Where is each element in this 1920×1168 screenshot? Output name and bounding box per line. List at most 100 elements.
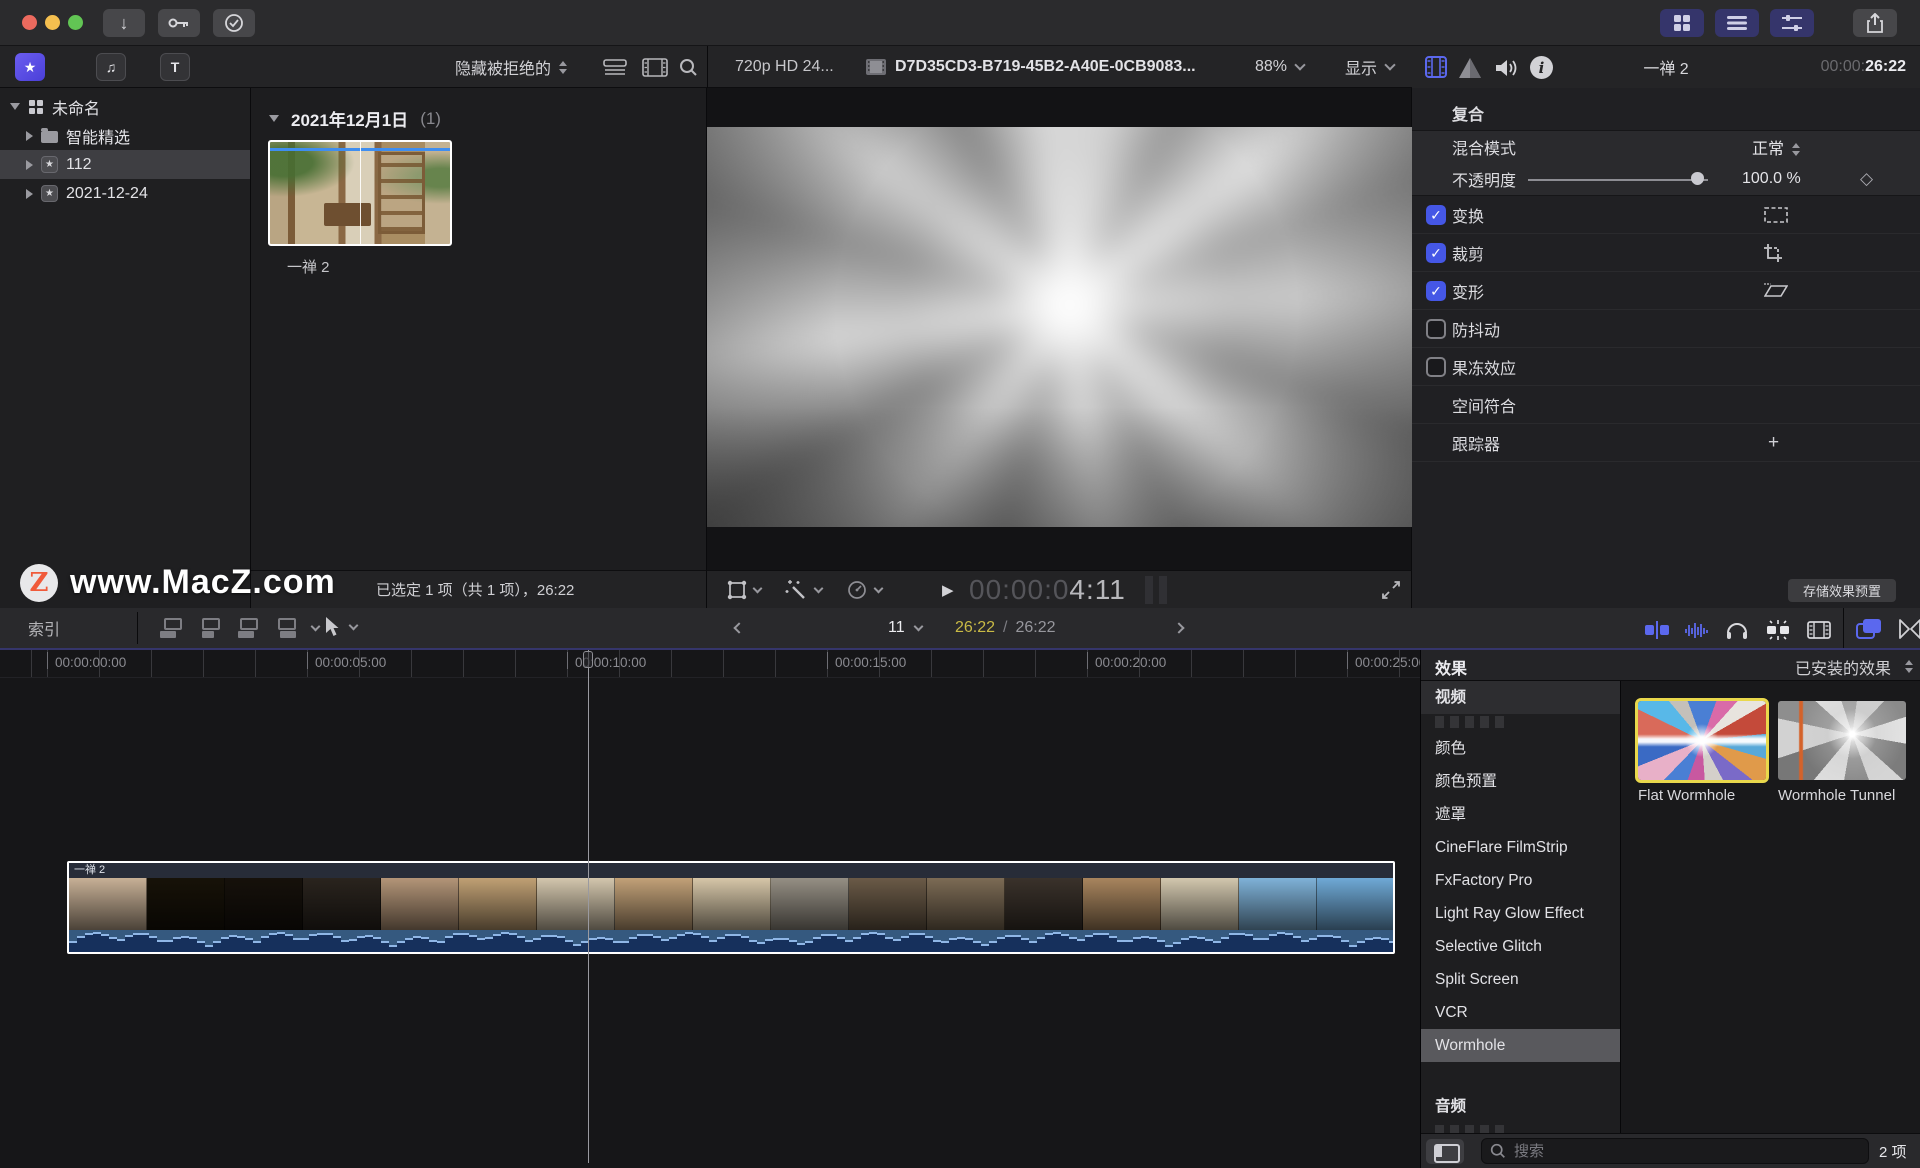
effects-search-field[interactable] (1481, 1138, 1869, 1164)
effects-category-VCR[interactable]: VCR (1421, 996, 1620, 1029)
checkbox-变换[interactable]: ✓ (1426, 205, 1446, 225)
photos-audio-icon[interactable]: ♫ (96, 53, 126, 81)
effects-category-视频[interactable]: 视频 (1421, 681, 1620, 714)
inspector-row-变形[interactable]: ✓变形 (1412, 272, 1920, 310)
hide-rejected-filter[interactable]: 隐藏被拒绝的 (455, 46, 567, 88)
snapping-icon[interactable] (1765, 620, 1791, 640)
media-import-icon[interactable]: ★ (15, 53, 45, 81)
trim-tool-icon[interactable] (1645, 621, 1669, 639)
playhead-line[interactable] (588, 650, 589, 1163)
browser-group-header[interactable]: 2021年12月1日 (1) (269, 106, 441, 131)
tools-dropdown[interactable] (322, 616, 357, 638)
task-check-icon[interactable] (213, 9, 255, 37)
save-effects-preset-button[interactable]: 存储效果预置 (1788, 579, 1896, 602)
effects-category-Split Screen[interactable]: Split Screen (1421, 963, 1620, 996)
retime-dropdown[interactable] (847, 571, 882, 609)
fullscreen-button[interactable] (68, 15, 83, 30)
transitions-browser-icon[interactable] (1898, 618, 1920, 640)
inspector-row-果冻效应[interactable]: 果冻效应 (1412, 348, 1920, 386)
append-edit-icon[interactable] (236, 618, 260, 638)
checkbox-防抖动[interactable] (1426, 319, 1446, 339)
opacity-value[interactable]: 100.0 % (1742, 170, 1801, 188)
opacity-slider-track[interactable] (1528, 179, 1708, 181)
close-button[interactable] (22, 15, 37, 30)
prev-page-button[interactable] (735, 608, 743, 648)
inspector-row-变换[interactable]: ✓变换 (1412, 196, 1920, 234)
disclosure-triangle-icon[interactable] (26, 189, 33, 199)
timeline-clip[interactable]: 一禅 2 (67, 861, 1395, 954)
clip-thumbnail[interactable] (268, 140, 452, 246)
audio-meter[interactable] (1145, 576, 1153, 604)
fullscreen-viewer-button[interactable] (1382, 581, 1400, 599)
audio-meter[interactable] (1159, 576, 1167, 604)
blend-mode-select[interactable]: 正常 (1752, 135, 1800, 159)
checkbox-果冻效应[interactable] (1426, 357, 1446, 377)
inspector-row-混合模式[interactable]: 混合模式正常 (1412, 131, 1920, 163)
playhead-handle[interactable] (583, 651, 593, 668)
timeline-filmstrip-icon[interactable] (1807, 621, 1831, 639)
checkbox-变形[interactable]: ✓ (1426, 281, 1446, 301)
download-icon[interactable]: ↓ (103, 9, 145, 37)
sidebar-item-未命名[interactable]: 未命名 (0, 92, 250, 121)
effects-browser-icon[interactable] (1856, 618, 1882, 640)
waveform-bar (709, 940, 717, 952)
disclosure-triangle-icon[interactable] (269, 115, 279, 122)
enhancements-dropdown[interactable] (785, 571, 822, 609)
display-dropdown[interactable]: 显示 (1345, 46, 1394, 88)
filmstrip-view-button[interactable] (642, 58, 668, 77)
play-button[interactable]: ▶ (942, 571, 954, 609)
chevron-down-icon[interactable] (311, 622, 321, 632)
effects-category-Wormhole[interactable]: Wormhole (1421, 1029, 1620, 1062)
solo-headphones-icon[interactable] (1725, 619, 1749, 641)
connect-edit-icon[interactable] (160, 618, 184, 638)
page-dropdown[interactable]: 11 (888, 608, 922, 648)
checkbox-裁剪[interactable]: ✓ (1426, 243, 1446, 263)
add-tracker-button[interactable]: + (1768, 432, 1779, 454)
opacity-slider-handle[interactable] (1691, 172, 1704, 185)
key-icon[interactable] (158, 9, 200, 37)
audio-skimming-icon[interactable] (1685, 621, 1709, 639)
zoom-dropdown[interactable]: 88% (1255, 46, 1304, 88)
minimize-button[interactable] (45, 15, 60, 30)
insert-edit-icon[interactable] (198, 618, 222, 638)
sidebar-item-112[interactable]: ★112 (0, 150, 250, 179)
timeline-ruler[interactable]: 00:00:00:0000:00:05:0000:00:10:0000:00:1… (0, 650, 1420, 678)
effect-thumbnail-Wormhole Tunnel[interactable] (1778, 701, 1906, 780)
effects-panel-title: 效果 (1435, 655, 1467, 679)
inspector-row-裁剪[interactable]: ✓裁剪 (1412, 234, 1920, 272)
sidebar-item-智能精选[interactable]: 智能精选 (0, 121, 250, 150)
installed-effects-dropdown[interactable]: 已安装的效果 (1795, 655, 1891, 679)
transform-tool-dropdown[interactable] (727, 571, 761, 609)
layout-list-button[interactable] (1715, 9, 1759, 37)
share-button[interactable] (1853, 9, 1897, 37)
titles-generators-icon[interactable]: T (160, 53, 190, 81)
search-input[interactable] (1514, 1143, 1860, 1160)
overwrite-edit-icon[interactable] (274, 618, 298, 638)
effects-category-Selective Glitch[interactable]: Selective Glitch (1421, 930, 1620, 963)
effects-category-遮罩[interactable]: 遮罩 (1421, 798, 1620, 831)
next-page-button[interactable] (1175, 608, 1183, 648)
effects-category-颜色预置[interactable]: 颜色预置 (1421, 765, 1620, 798)
effects-sidebar-toggle-button[interactable] (1426, 1139, 1464, 1164)
clip-appearance-button[interactable] (603, 59, 627, 76)
effects-category-FxFactory Pro[interactable]: FxFactory Pro (1421, 864, 1620, 897)
effect-thumbnail-Flat Wormhole[interactable] (1638, 701, 1766, 780)
effects-category-CineFlare FilmStrip[interactable]: CineFlare FilmStrip (1421, 831, 1620, 864)
updown-arrows-icon[interactable] (1905, 660, 1913, 673)
browser-search-button[interactable] (679, 58, 698, 77)
layout-sliders-button[interactable] (1770, 9, 1814, 37)
video-canvas[interactable] (707, 127, 1412, 527)
keyframe-diamond-icon[interactable]: ◇ (1860, 169, 1873, 189)
effects-category-音频[interactable]: 音频 (1421, 1090, 1620, 1123)
effects-category-Light Ray Glow Effect[interactable]: Light Ray Glow Effect (1421, 897, 1620, 930)
disclosure-triangle-icon[interactable] (26, 131, 33, 141)
inspector-row-防抖动[interactable]: 防抖动 (1412, 310, 1920, 348)
inspector-row-不透明度[interactable]: 不透明度100.0 %◇ (1412, 163, 1920, 195)
effects-category-颜色[interactable]: 颜色 (1421, 732, 1620, 765)
clip-frame-thumbnail (381, 878, 459, 930)
index-button[interactable]: 索引 (28, 608, 60, 648)
disclosure-triangle-icon[interactable] (10, 103, 20, 110)
sidebar-item-2021-12-24[interactable]: ★2021-12-24 (0, 179, 250, 208)
layout-grid-button[interactable] (1660, 9, 1704, 37)
disclosure-triangle-icon[interactable] (26, 160, 33, 170)
